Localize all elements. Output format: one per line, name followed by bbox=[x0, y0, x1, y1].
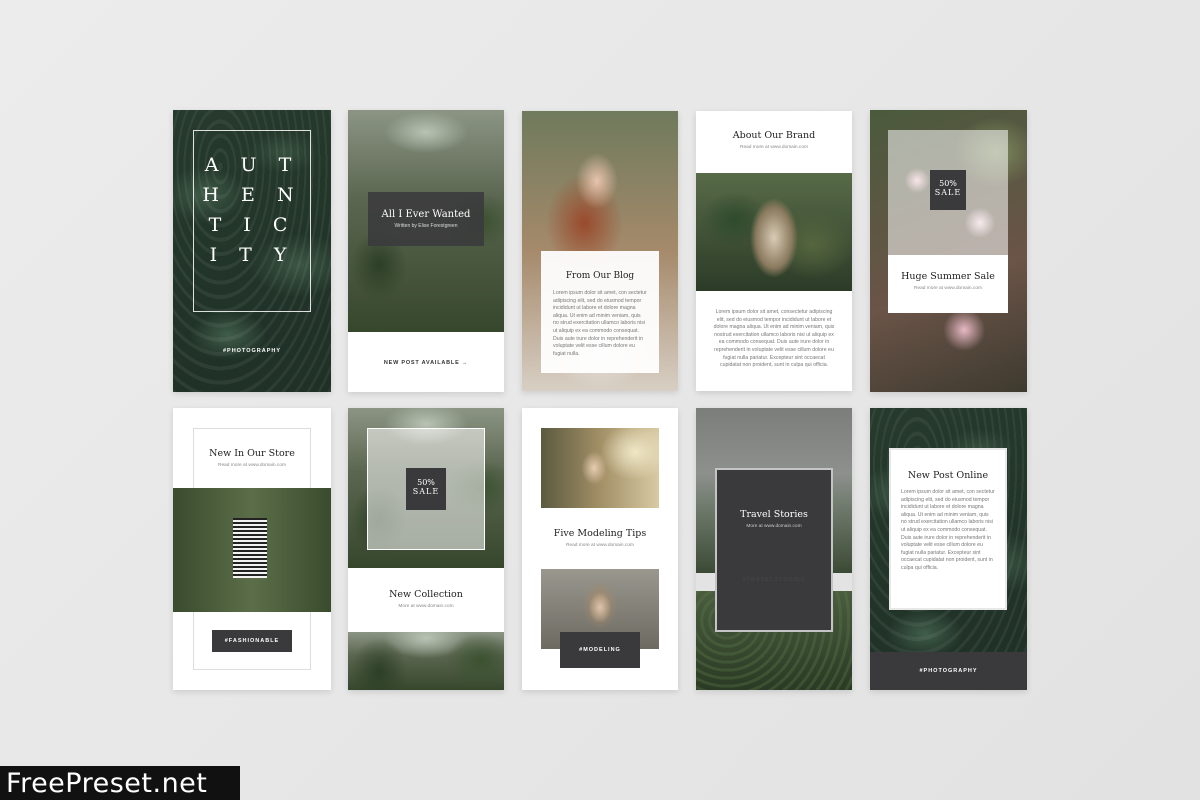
template-card-all-i-ever-wanted[interactable]: All I Ever Wanted Written by Elise Fores… bbox=[348, 110, 504, 392]
template-card-travel-stories[interactable]: Travel Stories More at www.domain.com #T… bbox=[696, 408, 852, 690]
post-title: All I Ever Wanted bbox=[381, 209, 471, 220]
modeling-subtitle: Read more at www.domain.com bbox=[566, 543, 634, 548]
brand-title: About Our Brand bbox=[732, 130, 816, 141]
title-overlay: All I Ever Wanted Written by Elise Fores… bbox=[368, 192, 484, 246]
template-card-new-collection[interactable]: 50% SALE New Collection More at www.doma… bbox=[348, 408, 504, 690]
sale-badge: 50% SALE bbox=[930, 170, 966, 210]
template-card-new-in-store[interactable]: New In Our Store Read more at www.domain… bbox=[173, 408, 331, 690]
travel-tag: #TRAVELSTORIES bbox=[742, 577, 806, 583]
collection-sale: SALE bbox=[412, 487, 440, 496]
modeling-tag: #MODELING bbox=[560, 632, 640, 668]
online-text-box: New Post Online Lorem ipsum dolor sit am… bbox=[889, 448, 1007, 610]
sale-subtitle: Read more at www.domain.com bbox=[914, 286, 982, 291]
online-title: New Post Online bbox=[907, 470, 989, 481]
online-body: Lorem ipsum dolor sit amet, con sectetur… bbox=[901, 489, 995, 571]
online-tag: #PHOTOGRAPHY bbox=[870, 652, 1027, 690]
sale-word: SALE bbox=[934, 188, 962, 197]
sale-text-box: Huge Summer Sale Read more at www.domain… bbox=[888, 255, 1008, 313]
collection-percent: 50% bbox=[417, 478, 435, 487]
travel-subtitle: More at www.domain.com bbox=[746, 524, 802, 529]
sale-title: Huge Summer Sale bbox=[901, 271, 995, 282]
modeling-title: Five Modeling Tips bbox=[553, 528, 647, 539]
travel-box bbox=[715, 468, 833, 632]
authenticity-letters: A U T H E N T I C I T Y bbox=[197, 150, 307, 270]
travel-title: Travel Stories bbox=[740, 509, 808, 520]
hashtag: #PHOTOGRAPHY bbox=[222, 348, 282, 354]
sale-percent: 50% bbox=[939, 179, 957, 188]
letters-line-2: H E N bbox=[202, 184, 302, 206]
blog-text-box: From Our Blog Lorem ipsum dolor sit amet… bbox=[541, 251, 659, 373]
collection-title: New Collection bbox=[389, 589, 463, 600]
template-card-new-post-online[interactable]: New Post Online Lorem ipsum dolor sit am… bbox=[870, 408, 1027, 690]
photo-collection-bottom bbox=[348, 632, 504, 690]
template-card-from-our-blog[interactable]: From Our Blog Lorem ipsum dolor sit amet… bbox=[522, 111, 678, 391]
letters-line-1: A U T bbox=[204, 154, 300, 176]
brand-body: Lorem ipsum dolor sit amet, consectetur … bbox=[713, 309, 835, 369]
post-author: Written by Elise Forestgreen bbox=[394, 223, 458, 229]
collection-badge: 50% SALE bbox=[406, 468, 446, 510]
brand-subtitle: Read more at www.domain.com bbox=[740, 145, 808, 150]
template-card-about-our-brand[interactable]: About Our Brand Read more at www.domain.… bbox=[696, 111, 852, 391]
template-card-authenticity[interactable]: A U T H E N T I C I T Y #PHOTOGRAPHY bbox=[173, 110, 331, 392]
blog-body: Lorem ipsum dolor sit amet, con sectetur… bbox=[553, 290, 647, 357]
store-title: New In Our Store bbox=[209, 448, 295, 459]
watermark-logo: FreePreset.net bbox=[0, 766, 240, 800]
photo-striped-dress bbox=[173, 488, 331, 612]
store-subtitle: Read more at www.domain.com bbox=[218, 463, 286, 468]
letters-line-4: I T Y bbox=[209, 244, 295, 266]
fashionable-tag: #FASHIONABLE bbox=[212, 630, 292, 652]
figure-shape bbox=[744, 173, 804, 291]
template-card-modeling-tips[interactable]: Five Modeling Tips Read more at www.doma… bbox=[522, 408, 678, 690]
blog-title: From Our Blog bbox=[565, 271, 635, 281]
letters-line-3: T I C bbox=[208, 214, 296, 236]
new-post-footer[interactable]: NEW POST AVAILABLE → bbox=[348, 360, 504, 366]
template-card-summer-sale[interactable]: 50% SALE Huge Summer Sale Read more at w… bbox=[870, 110, 1027, 392]
photo-sitting-woman bbox=[696, 173, 852, 291]
photo-model-top bbox=[541, 428, 659, 508]
collection-subtitle: More at www.domain.com bbox=[398, 604, 454, 609]
